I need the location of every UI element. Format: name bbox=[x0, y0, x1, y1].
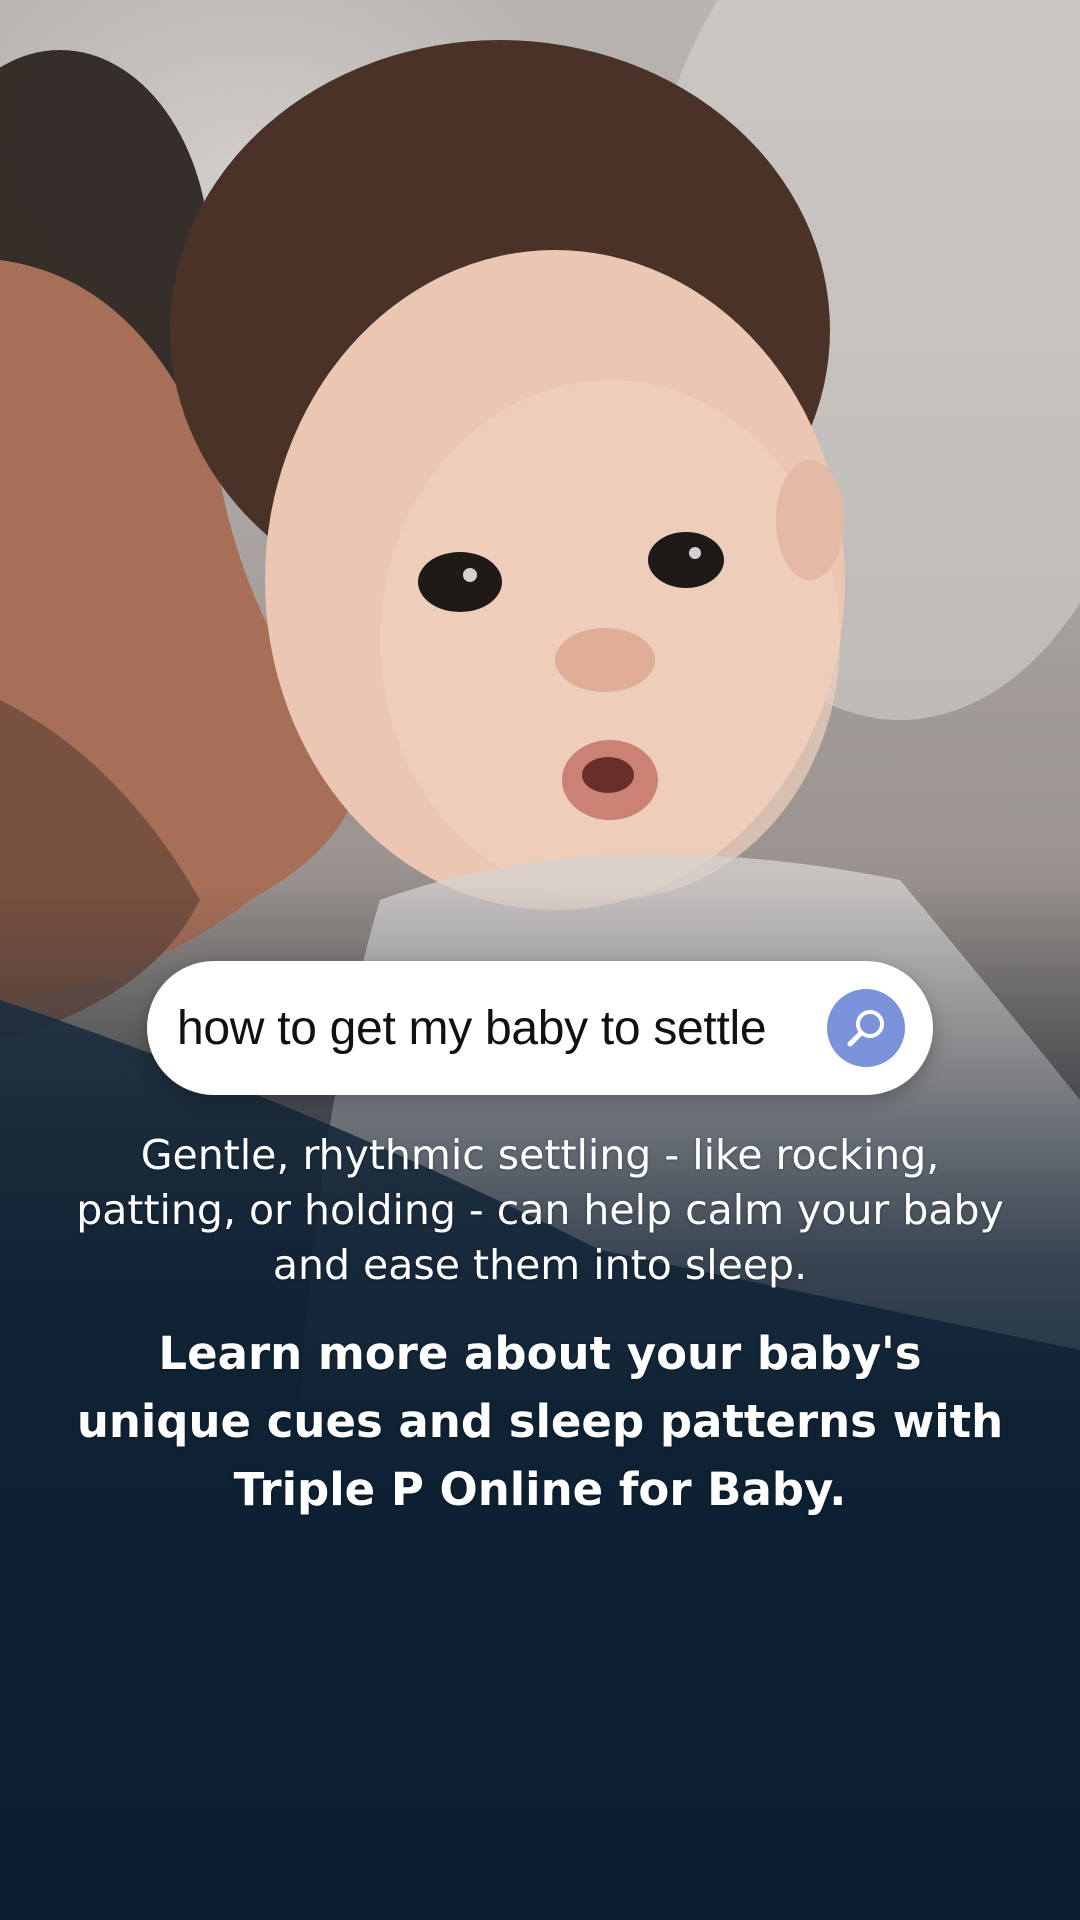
ad-screen: how to get my baby to settle Gentle, rhy… bbox=[0, 0, 1080, 1920]
search-query-text[interactable]: how to get my baby to settle bbox=[177, 1001, 827, 1056]
search-bar[interactable]: how to get my baby to settle bbox=[147, 961, 933, 1095]
settling-tip-text: Gentle, rhythmic settling - like rocking… bbox=[76, 1131, 1004, 1289]
search-button[interactable] bbox=[827, 989, 905, 1067]
bottom-gradient-overlay bbox=[0, 0, 1080, 1920]
learn-more-headline: Learn more about your baby's unique cues… bbox=[76, 1327, 1004, 1516]
search-icon bbox=[847, 1010, 884, 1047]
